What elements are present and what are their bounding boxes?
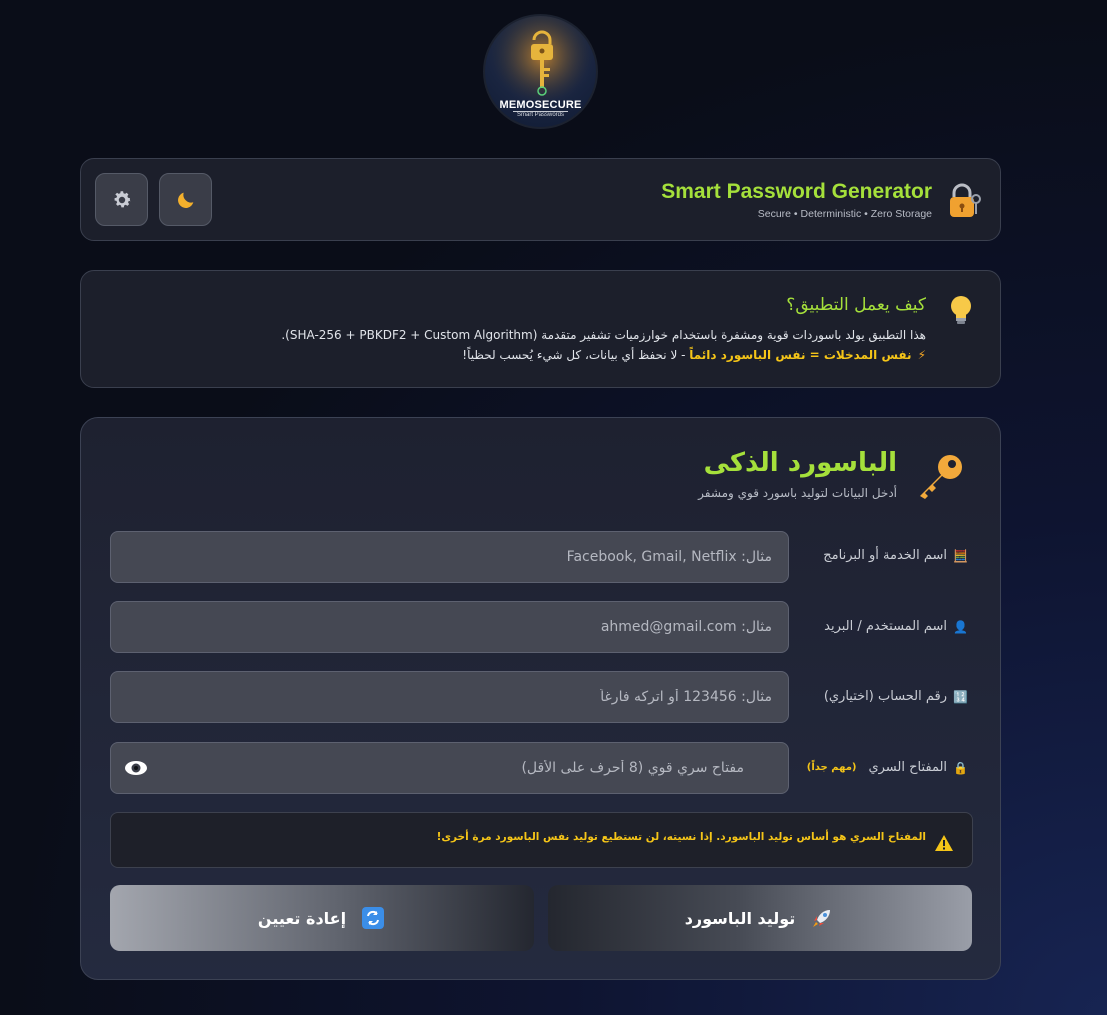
account-number-label: 🔢 رقم الحساب (اختياري) xyxy=(824,689,968,704)
info-note-text: - لا نحفظ أي بيانات، كل شيء يُحسب لحظياً… xyxy=(462,348,690,362)
required-badge: (مهم جداً) xyxy=(806,762,857,773)
warning-text: المفتاح السري هو أساس توليد الباسورد. إذ… xyxy=(436,831,926,843)
abacus-icon: 🧮 xyxy=(953,548,968,563)
info-card: كيف يعمل التطبيق؟ هذا التطبيق يولد باسور… xyxy=(80,270,1001,388)
info-note-highlight: نفس المدخلات = نفس الباسورد دائماً xyxy=(689,348,912,362)
secret-key-input[interactable] xyxy=(110,742,789,794)
info-note: ⚡ نفس المدخلات = نفس الباسورد دائماً - لا… xyxy=(462,348,926,362)
secret-key-label: 🔒 المفتاح السري (مهم جداً) xyxy=(807,760,968,775)
lock-key-icon xyxy=(950,183,981,217)
username-input[interactable] xyxy=(110,601,789,653)
settings-button[interactable] xyxy=(95,173,148,226)
generate-button-label: توليد الباسورد xyxy=(684,908,796,928)
gear-icon xyxy=(114,190,131,207)
reset-button-label: إعادة تعيين xyxy=(257,908,347,928)
service-input[interactable] xyxy=(110,531,789,583)
warning-box: المفتاح السري هو أساس توليد الباسورد. إذ… xyxy=(110,812,973,868)
logo-title: MEMOSECURE xyxy=(499,99,582,111)
generate-button[interactable]: توليد الباسورد xyxy=(548,885,972,951)
logo-subtitle: Smart Passwords xyxy=(516,112,564,118)
numbers-icon: 🔢 xyxy=(953,689,968,704)
account-number-label-text: رقم الحساب (اختياري) xyxy=(823,689,948,704)
rocket-icon xyxy=(809,905,835,931)
service-label-text: اسم الخدمة أو البرنامج xyxy=(823,548,948,563)
account-number-input[interactable] xyxy=(110,671,789,723)
toggle-visibility-button[interactable] xyxy=(123,757,149,779)
form-subtitle: أدخل البيانات لتوليد باسورد قوي ومشفر xyxy=(698,486,897,500)
moon-icon xyxy=(177,192,193,208)
username-label: 👤 اسم المستخدم / البريد xyxy=(824,619,968,634)
form-title: الباسورد الذكى xyxy=(703,448,897,478)
app-logo: MEMOSECURE Smart Passwords xyxy=(483,14,598,129)
key-icon xyxy=(920,455,962,499)
app-title: Smart Password Generator xyxy=(661,180,932,203)
refresh-icon xyxy=(360,905,386,931)
reset-button[interactable]: إعادة تعيين xyxy=(110,885,534,951)
info-description: هذا التطبيق يولد باسوردات قوية ومشفرة با… xyxy=(281,328,926,342)
eye-icon xyxy=(125,761,147,775)
service-label: 🧮 اسم الخدمة أو البرنامج xyxy=(823,548,968,563)
lock-icon: 🔒 xyxy=(953,760,968,775)
theme-toggle-button[interactable] xyxy=(159,173,212,226)
user-icon: 👤 xyxy=(953,619,968,634)
lightbulb-icon xyxy=(951,296,971,324)
header-card: Smart Password Generator Secure • Determ… xyxy=(80,158,1001,241)
lightning-icon: ⚡ xyxy=(917,348,926,362)
warning-icon xyxy=(935,835,953,851)
username-label-text: اسم المستخدم / البريد xyxy=(824,619,948,634)
password-form-card: الباسورد الذكى أدخل البيانات لتوليد باسو… xyxy=(80,417,1001,980)
app-subtitle: Secure • Deterministic • Zero Storage xyxy=(757,208,932,220)
info-title: كيف يعمل التطبيق؟ xyxy=(786,295,926,315)
secret-key-label-text: المفتاح السري xyxy=(868,760,948,775)
